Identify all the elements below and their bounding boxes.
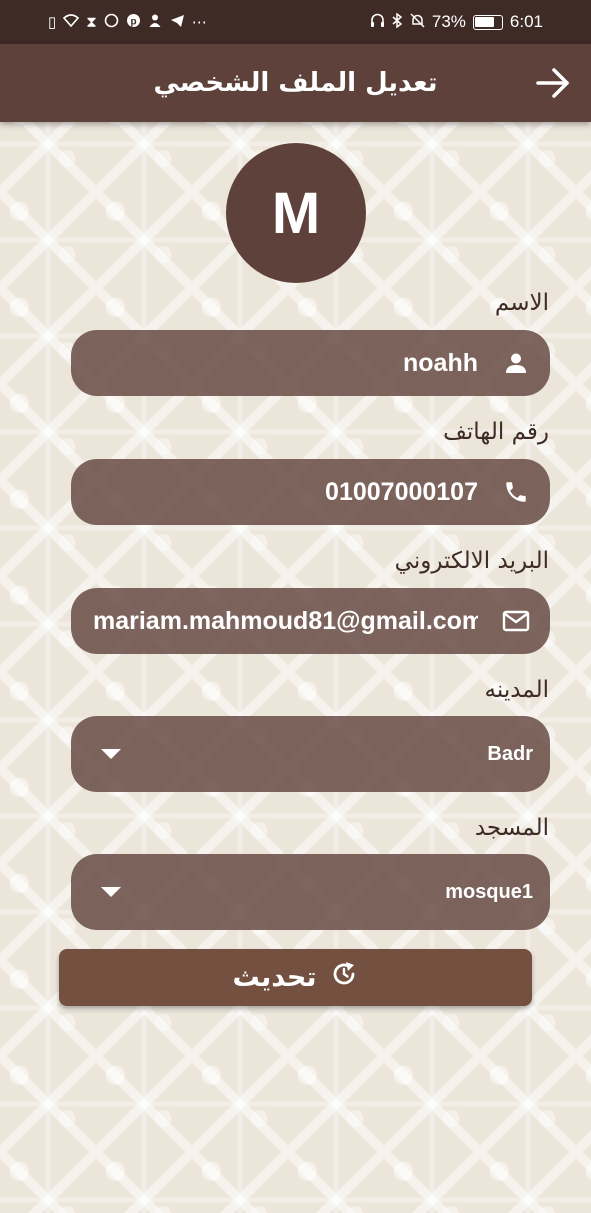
hourglass-icon: ⧗ (86, 13, 97, 31)
email-label: البريد الالكتروني (394, 548, 549, 574)
update-button-label: تحديث (232, 962, 317, 993)
sim-alert-icon: ▯ (48, 13, 57, 31)
email-value: mariam.mahmoud81@gmail.com (93, 606, 478, 635)
person-icon (502, 349, 530, 377)
status-bar: ▯ ⧗ p ⋯ 73% 6:01 (0, 0, 591, 44)
mute-bell-icon (410, 13, 425, 31)
name-value: noahh (403, 348, 478, 377)
city-value: Badr (487, 742, 533, 765)
back-button[interactable] (533, 63, 573, 103)
name-label: الاسم (494, 290, 549, 316)
clock: 6:01 (509, 12, 543, 31)
bluetooth-icon (392, 12, 403, 31)
city-label: المدينه (484, 677, 549, 703)
avatar[interactable]: M (226, 143, 366, 283)
chevron-down-icon (101, 749, 121, 759)
chevron-down-icon (101, 887, 121, 897)
whatsapp-icon (104, 13, 119, 31)
telegram-icon (170, 14, 185, 31)
mosque-value: mosque1 (445, 880, 533, 903)
battery-percent: 73% (431, 12, 466, 31)
person-notify-icon (148, 13, 163, 31)
phone-field[interactable]: 01007000107 (71, 459, 550, 525)
wifi-icon (63, 14, 80, 30)
phone-label: رقم الهاتف (443, 419, 549, 445)
phone-icon (502, 478, 530, 506)
update-button[interactable]: تحديث (59, 949, 532, 1006)
app-bar: تعديل الملف الشخصي (0, 44, 591, 122)
mail-icon (502, 607, 530, 635)
pinterest-icon: p (126, 13, 141, 31)
arrow-right-icon (536, 68, 569, 98)
name-field[interactable]: noahh (71, 330, 550, 396)
city-dropdown[interactable]: Badr (71, 716, 550, 792)
mosque-label: المسجد (474, 815, 549, 841)
refresh-icon (330, 960, 358, 995)
svg-text:p: p (130, 17, 136, 28)
mosque-dropdown[interactable]: mosque1 (71, 854, 550, 930)
battery-icon (472, 14, 503, 30)
email-field[interactable]: mariam.mahmoud81@gmail.com (71, 588, 550, 654)
status-icons-right: 73% 6:01 (370, 12, 543, 32)
more-dots-icon: ⋯ (191, 13, 207, 31)
phone-value: 01007000107 (325, 477, 478, 506)
status-icons-left: ▯ ⧗ p ⋯ (48, 13, 207, 31)
page-title: تعديل الملف الشخصي (153, 68, 438, 98)
headset-icon (370, 13, 385, 31)
